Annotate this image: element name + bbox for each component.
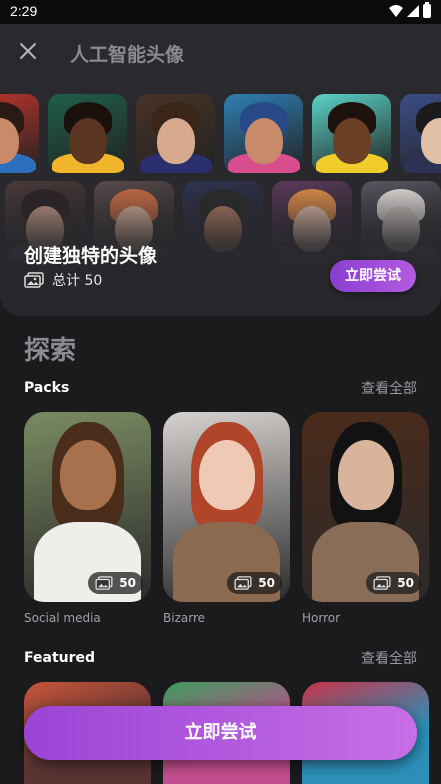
avatar-thumbnail	[224, 94, 303, 173]
pack-count-badge: 50	[227, 572, 282, 594]
hero-card: 人工智能头像 创建独特的头像 总计 50 立即尝试	[0, 24, 441, 316]
page-title: 人工智能头像	[70, 44, 185, 66]
pack-label: Social media	[24, 611, 101, 625]
avatar-thumbnail	[136, 94, 215, 173]
packs-title: Packs	[24, 380, 70, 396]
pack-label: Bizarre	[163, 611, 205, 625]
explore-heading: 探索	[24, 336, 77, 366]
status-bar: 2:29	[0, 0, 441, 24]
hero-try-button[interactable]: 立即尝试	[330, 260, 416, 292]
total-count: 总计 50	[24, 270, 102, 290]
pack-count: 50	[397, 576, 414, 590]
pack-count: 50	[258, 576, 275, 590]
featured-see-all-link[interactable]: 查看全部	[361, 648, 417, 668]
battery-icon	[423, 2, 431, 18]
pack-card[interactable]: 50	[163, 412, 290, 602]
avatar-thumbnail	[400, 94, 441, 173]
gallery-icon	[95, 576, 113, 590]
status-time: 2:29	[10, 3, 38, 19]
pack-count-badge: 50	[88, 572, 143, 594]
pack-count-badge: 50	[366, 572, 421, 594]
gallery-icon	[234, 576, 252, 590]
hero-title: 创建独特的头像	[24, 245, 158, 267]
status-icons	[389, 2, 431, 18]
pack-label: Horror	[302, 611, 341, 625]
pack-card[interactable]: 50	[24, 412, 151, 602]
avatar-thumbnail	[48, 94, 127, 173]
avatar-row-1	[0, 94, 441, 173]
pack-count: 50	[119, 576, 136, 590]
packs-see-all-link[interactable]: 查看全部	[361, 378, 417, 398]
avatar-thumbnail	[312, 94, 391, 173]
avatar-thumbnail	[0, 94, 39, 173]
packs-header: Packs 查看全部	[24, 378, 417, 398]
total-label: 总计 50	[52, 273, 103, 289]
signal-icon	[407, 5, 419, 17]
gallery-icon	[373, 576, 391, 590]
close-icon[interactable]	[16, 39, 40, 63]
featured-header: Featured 查看全部	[24, 648, 417, 668]
featured-title: Featured	[24, 650, 96, 666]
gallery-icon	[24, 272, 44, 288]
pack-card[interactable]: 50	[302, 412, 429, 602]
wifi-icon	[389, 5, 403, 17]
try-now-button[interactable]: 立即尝试	[24, 706, 417, 760]
top-bar: 人工智能头像	[0, 24, 441, 80]
